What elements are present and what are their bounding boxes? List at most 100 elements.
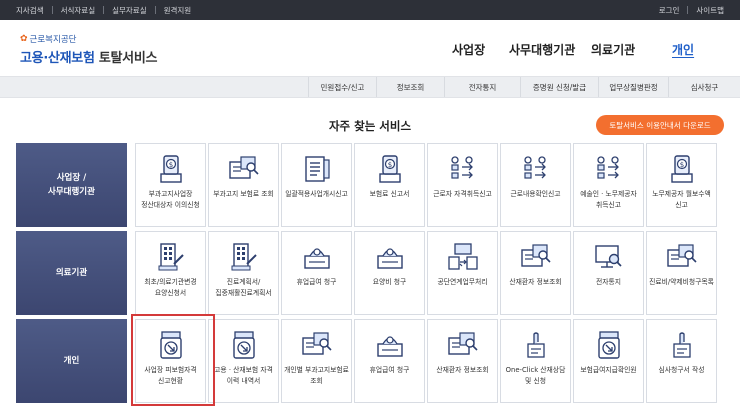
money-bag-icon: $: [136, 154, 205, 184]
download-doc-icon: [574, 330, 643, 360]
gnb-agency[interactable]: 사무대행기관: [509, 41, 575, 58]
service-tile-medical[interactable]: 진료비/약제비청구목록: [646, 231, 717, 315]
service-tile-workplace[interactable]: 근로내용확인신고: [500, 143, 571, 227]
row-label-workplace: 사업장 / 사무대행기관: [16, 143, 127, 227]
guide-download-button[interactable]: 토탈서비스 이용안내서 다운로드: [596, 115, 724, 135]
service-tile-label: 개인별 부과고지보험료 조회: [284, 366, 349, 385]
service-tile-medical[interactable]: 산재환자 정보조회: [500, 231, 571, 315]
branch-search-link[interactable]: 지사검색: [8, 5, 52, 16]
service-tile-label: 진료계획서/집중재활진료계획서: [215, 278, 272, 297]
people-transfer-icon: [428, 154, 497, 184]
row-label-personal: 개인: [16, 319, 127, 403]
service-tile-label: 전자통지: [595, 278, 621, 286]
service-tile-label: 요양비 청구: [372, 278, 407, 286]
svg-text:$: $: [387, 161, 391, 169]
service-tile-personal[interactable]: 휴업급여 청구: [354, 319, 425, 403]
submenu-disease-judgment[interactable]: 업무상질병판정: [598, 77, 668, 97]
service-tile-medical[interactable]: 휴업급여 청구: [281, 231, 352, 315]
agency-mark-icon: ✿: [20, 34, 28, 44]
utility-links-left: 지사검색 서식자료실 실무자료실 원격지원: [8, 0, 199, 20]
card-search-icon: [428, 330, 497, 360]
service-tile-workplace[interactable]: $ 노무제공자 월보수액 신고: [646, 143, 717, 227]
calculator-doc-icon: [136, 242, 205, 272]
service-tile-label: 부과고지사업장 정산대상자 이의신청: [141, 190, 200, 209]
cash-box-icon: [355, 242, 424, 272]
service-tile-personal[interactable]: 심사청구서 작성: [646, 319, 717, 403]
agency-name: 근로복지공단: [29, 35, 77, 45]
submenu-certificate[interactable]: 증명원 신청/발급: [520, 77, 598, 97]
submenu-civil-petition[interactable]: 민원접수/신고: [308, 77, 376, 97]
document-list-icon: [282, 154, 351, 184]
gnb-personal[interactable]: 개인: [672, 41, 694, 58]
service-tile-workplace[interactable]: $ 보험료 신고서: [354, 143, 425, 227]
service-tile-label: 일괄적용사업개시신고: [285, 190, 348, 198]
remote-support-link[interactable]: 원격지원: [156, 5, 200, 16]
people-transfer-icon: [574, 154, 643, 184]
service-tile-label: 부과고지 보험료 조회: [213, 190, 274, 198]
service-tile-label: 산재환자 정보조회: [509, 278, 562, 286]
service-tile-label: 근로내용확인신고: [510, 190, 561, 198]
svg-text:$: $: [679, 161, 683, 169]
svg-text:$: $: [168, 161, 172, 169]
service-tile-label: 산재환자 정보조회: [436, 366, 489, 374]
service-tile-label: 최초/의료기관변경 요양신청서: [144, 278, 197, 297]
gnb-personal-wrap: 개인: [672, 40, 694, 58]
calculator-doc-icon: [209, 242, 278, 272]
card-search-icon: [209, 154, 278, 184]
login-link[interactable]: 로그인: [651, 5, 688, 16]
service-tile-medical[interactable]: 요양비 청구: [354, 231, 425, 315]
service-tile-label: 보험료 신고서: [369, 190, 410, 198]
service-tile-personal[interactable]: 고용 · 산재보험 자격 이력 내역서: [208, 319, 279, 403]
forms-library-link[interactable]: 서식자료실: [53, 5, 104, 16]
service-tile-label: 심사청구서 작성: [658, 366, 705, 374]
service-tile-label: 공단연계업무처리: [437, 278, 488, 286]
service-tile-workplace[interactable]: 예술인 · 노무제공자 취득신고: [573, 143, 644, 227]
service-tile-personal[interactable]: 보험급여지급확인원: [573, 319, 644, 403]
touch-doc-icon: [647, 330, 716, 360]
service-tile-label: 휴업급여 청구: [369, 366, 410, 374]
service-tile-medical[interactable]: 최초/의료기관변경 요양신청서: [135, 231, 206, 315]
download-doc-icon: [209, 330, 278, 360]
submenu-info-inquiry[interactable]: 정보조회: [376, 77, 444, 97]
service-tile-personal[interactable]: 개인별 부과고지보험료 조회: [281, 319, 352, 403]
submenu-review-request[interactable]: 심사청구: [668, 77, 740, 97]
gnb-workplace[interactable]: 사업장: [452, 41, 485, 58]
practice-library-link[interactable]: 실무자료실: [104, 5, 155, 16]
service-tile-label: 진료비/약제비청구목록: [649, 278, 714, 286]
people-transfer-icon: [501, 154, 570, 184]
sub-menu-bar: 민원접수/신고 정보조회 전자통지 증명원 신청/발급 업무상질병판정 심사청구: [0, 76, 740, 98]
service-tile-workplace[interactable]: 일괄적용사업개시신고: [281, 143, 352, 227]
service-tile-workplace[interactable]: 근로자 자격취득신고: [427, 143, 498, 227]
service-tile-label: One-Click 산재상담 및 신청: [505, 366, 566, 385]
site-logo[interactable]: ✿ 근로복지공단 고용·산재보험 토탈서비스: [20, 33, 157, 66]
service-tile-medical[interactable]: 전자통지: [573, 231, 644, 315]
cash-box-icon: [282, 242, 351, 272]
logo-title: 고용·산재보험 토탈서비스: [20, 47, 157, 66]
service-tile-workplace[interactable]: 부과고지 보험료 조회: [208, 143, 279, 227]
utility-bar: 지사검색 서식자료실 실무자료실 원격지원 로그인 사이트맵: [0, 0, 740, 20]
submenu-e-notice[interactable]: 전자통지: [444, 77, 520, 97]
sitemap-link[interactable]: 사이트맵: [688, 5, 732, 16]
utility-links-right: 로그인 사이트맵: [651, 0, 732, 20]
touch-doc-icon: [501, 330, 570, 360]
cash-box-icon: [355, 330, 424, 360]
gnb-medical[interactable]: 의료기관: [591, 41, 635, 58]
money-bag-icon: $: [647, 154, 716, 184]
row-label-medical: 의료기관: [16, 231, 127, 315]
service-tile-workplace[interactable]: $ 부과고지사업장 정산대상자 이의신청: [135, 143, 206, 227]
gnb-medical-wrap: 의료기관: [591, 40, 635, 58]
money-bag-icon: $: [355, 154, 424, 184]
exchange-doc-icon: [428, 242, 497, 272]
service-tile-label: 고용 · 산재보험 자격 이력 내역서: [214, 366, 273, 385]
logo-title-part1: 고용·산재보험: [20, 51, 95, 66]
service-tile-label: 예술인 · 노무제공자 취득신고: [580, 190, 637, 209]
card-search-icon: [501, 242, 570, 272]
gnb-workplace-wrap: 사업장: [452, 40, 485, 58]
service-tile-label: 휴업급여 청구: [296, 278, 337, 286]
service-tile-personal[interactable]: 산재환자 정보조회: [427, 319, 498, 403]
service-tile-medical[interactable]: 공단연계업무처리: [427, 231, 498, 315]
logo-subtitle: ✿ 근로복지공단: [20, 33, 157, 45]
service-tile-medical[interactable]: 진료계획서/집중재활진료계획서: [208, 231, 279, 315]
service-tile-personal[interactable]: One-Click 산재상담 및 신청: [500, 319, 571, 403]
service-tile-label: 보험급여지급확인원: [580, 366, 637, 374]
